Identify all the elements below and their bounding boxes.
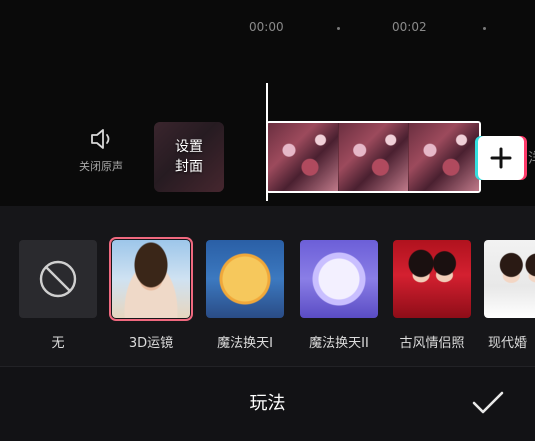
effect-label: 现代婚 [488, 336, 528, 351]
speaker-icon [91, 129, 110, 149]
purple-moon-thumbnail [300, 240, 378, 318]
mute-original-audio-button[interactable]: 关闭原声 [70, 128, 132, 182]
playhead[interactable] [266, 83, 268, 201]
effect-item-3d-camera[interactable]: 3D运镜 [109, 237, 193, 351]
portrait-thumbnail [109, 237, 193, 321]
clip-frame [409, 123, 479, 191]
effect-label: 魔法换天Ⅰ [217, 336, 273, 351]
checkmark-icon [472, 391, 504, 414]
effect-label: 3D运镜 [128, 336, 174, 351]
effect-item-magic-sky-1[interactable]: 魔法换天Ⅰ [203, 240, 287, 351]
cover-label-line1: 设置 [175, 139, 203, 155]
full-moon-thumbnail [206, 240, 284, 318]
time-ruler: 00:00 00:02 [0, 20, 535, 36]
ancient-couple-thumbnail [393, 240, 471, 318]
effect-item-magic-sky-2[interactable]: 魔法换天II [297, 240, 381, 351]
effects-row: 无 3D运镜 魔法换天Ⅰ 魔法换天II 古风情侣照 现代婚 [0, 206, 535, 366]
clip-frame [268, 123, 339, 191]
video-clip[interactable] [266, 121, 481, 193]
ruler-dot [483, 27, 486, 30]
effect-label: 古风情侣照 [399, 336, 465, 351]
panel-title: 玩法 [249, 393, 286, 414]
effect-label: 魔法换天II [309, 336, 369, 351]
clip-frame [338, 123, 410, 191]
mute-label: 关闭原声 [79, 160, 123, 173]
cover-label-line2: 封面 [175, 159, 203, 175]
ruler-dot [337, 27, 340, 30]
wedding-thumbnail [484, 240, 535, 318]
confirm-button[interactable] [470, 389, 506, 417]
ruler-mark-0: 00:00 [249, 20, 284, 34]
bottom-bar: 玩法 [0, 366, 535, 441]
effect-thumb-none [19, 240, 97, 318]
effect-item-ancient-couple[interactable]: 古风情侣照 [390, 240, 474, 351]
timeline-area: 00:00 00:02 关闭原声 设置 封面 洋 [0, 0, 535, 206]
add-clip-button[interactable] [478, 136, 524, 180]
effect-label: 无 [51, 336, 65, 351]
set-cover-button[interactable]: 设置 封面 [154, 122, 224, 192]
ruler-mark-1: 00:02 [392, 20, 427, 34]
effect-item-modern-wedding[interactable]: 现代婚 [484, 240, 535, 351]
plus-icon [490, 147, 512, 169]
no-symbol-icon [39, 260, 77, 298]
effect-item-none[interactable]: 无 [16, 240, 100, 351]
edge-text: 洋 [528, 148, 535, 168]
